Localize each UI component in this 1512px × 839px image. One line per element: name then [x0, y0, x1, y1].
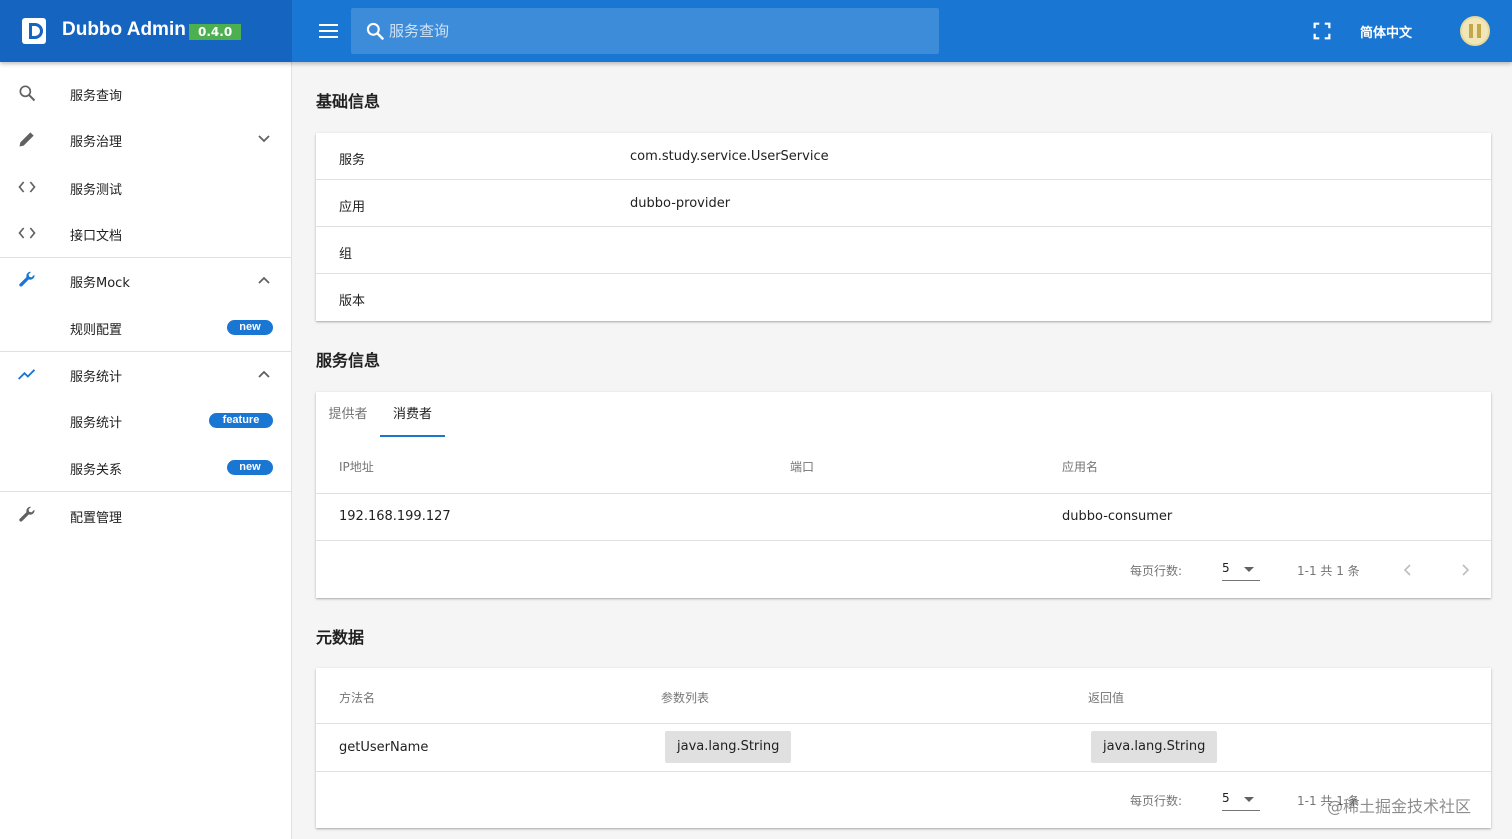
- chevron-right-icon[interactable]: [1457, 562, 1473, 578]
- sidebar-item-label: 服务测试: [70, 183, 123, 198]
- service-info-title: 服务信息: [316, 351, 381, 370]
- sidebar-item-label: 配置管理: [70, 511, 123, 526]
- code-icon: [18, 227, 36, 239]
- sidebar: 服务查询 服务治理 服务测试 接口文档 服务Mock 规则配置 new 服务统计…: [0, 62, 292, 839]
- divider: [316, 540, 1491, 541]
- info-row-application: 应用 dubbo-provider: [316, 180, 1491, 227]
- search-icon: [19, 85, 36, 102]
- info-row-group: 组: [316, 227, 1491, 274]
- info-key: 服务: [339, 153, 366, 168]
- info-row-version: 版本: [316, 274, 1491, 321]
- tab-provider[interactable]: 提供者: [316, 392, 380, 438]
- basic-info-title: 基础信息: [316, 92, 381, 111]
- chevron-left-icon[interactable]: [1400, 562, 1416, 578]
- search-input[interactable]: [389, 8, 929, 54]
- rows-per-page-value: 5: [1222, 561, 1230, 575]
- return-chip: java.lang.String: [1091, 731, 1218, 763]
- avatar[interactable]: [1460, 16, 1490, 46]
- rows-per-page-label: 每页行数:: [1130, 564, 1183, 578]
- language-switch[interactable]: 简体中文: [1360, 22, 1412, 41]
- chevron-up-icon[interactable]: [257, 273, 271, 287]
- sidebar-item-service-test[interactable]: 服务测试: [0, 164, 291, 210]
- dropdown-arrow-icon: [1244, 567, 1254, 572]
- menu-icon: [319, 24, 338, 26]
- info-value: dubbo-provider: [630, 196, 731, 211]
- sidebar-item-service-governance[interactable]: 服务治理: [0, 116, 291, 162]
- sidebar-item-label: 服务治理: [70, 135, 123, 150]
- divider: [316, 493, 1491, 494]
- column-header-app[interactable]: 应用名: [1062, 458, 1098, 475]
- divider: [316, 771, 1491, 772]
- rows-per-page-value: 5: [1222, 791, 1230, 805]
- basic-info-card: 服务 com.study.service.UserService 应用 dubb…: [316, 133, 1491, 321]
- cell-method: getUserName: [339, 740, 429, 755]
- sidebar-item-label: 规则配置: [70, 323, 123, 338]
- dubbo-logo-icon: [22, 18, 46, 44]
- rows-per-page-label: 每页行数:: [1130, 794, 1183, 808]
- metadata-card: 方法名 参数列表 返回值 getUserName java.lang.Strin…: [316, 668, 1491, 828]
- tab-consumer[interactable]: 消费者: [380, 392, 445, 438]
- sidebar-item-service-mock[interactable]: 服务Mock: [0, 257, 291, 303]
- menu-toggle-button[interactable]: [313, 20, 343, 44]
- service-info-card: 提供者 消费者 IP地址 端口 应用名 192.168.199.127 dubb…: [316, 392, 1491, 598]
- sidebar-item-label: 服务Mock: [70, 276, 130, 291]
- sidebar-item-service-statistics[interactable]: 服务统计 feature: [0, 397, 291, 443]
- param-chip: java.lang.String: [665, 731, 792, 763]
- sidebar-item-label: 服务统计: [70, 370, 123, 385]
- cell-ip: 192.168.199.127: [339, 509, 451, 524]
- sidebar-item-service-statistics-group[interactable]: 服务统计: [0, 351, 291, 397]
- sidebar-item-rule-config[interactable]: 规则配置 new: [0, 304, 291, 350]
- main-content: 基础信息 服务 com.study.service.UserService 应用…: [293, 62, 1512, 839]
- info-key: 版本: [339, 294, 366, 309]
- chevron-down-icon[interactable]: [257, 132, 271, 146]
- column-header-ip[interactable]: IP地址: [339, 458, 374, 475]
- column-header-port[interactable]: 端口: [790, 458, 814, 475]
- sidebar-item-label: 服务查询: [70, 89, 123, 104]
- wrench-icon: [19, 506, 35, 522]
- sidebar-item-api-docs[interactable]: 接口文档: [0, 210, 291, 256]
- app-header: Dubbo Admin 0.4.0 简体中文: [0, 0, 1512, 62]
- rows-per-page-select[interactable]: 5: [1222, 559, 1260, 581]
- brand[interactable]: Dubbo Admin 0.4.0: [0, 0, 292, 62]
- code-icon: [18, 181, 36, 193]
- wrench-icon: [19, 271, 35, 287]
- page-range: 1-1 共 1 条: [1297, 564, 1360, 578]
- column-header-params[interactable]: 参数列表: [661, 689, 709, 706]
- sidebar-item-service-relation[interactable]: 服务关系 new: [0, 444, 291, 490]
- column-header-method[interactable]: 方法名: [339, 689, 375, 706]
- sidebar-item-label: 接口文档: [70, 229, 123, 244]
- pencil-icon: [19, 132, 34, 147]
- info-value: com.study.service.UserService: [630, 149, 829, 164]
- cell-app: dubbo-consumer: [1062, 509, 1173, 524]
- search-box[interactable]: [351, 8, 939, 54]
- fullscreen-icon[interactable]: [1311, 20, 1333, 42]
- metadata-title: 元数据: [316, 628, 365, 647]
- info-key: 应用: [339, 200, 366, 215]
- trending-up-icon: [18, 369, 36, 380]
- rows-per-page-select[interactable]: 5: [1222, 789, 1260, 811]
- info-row-service: 服务 com.study.service.UserService: [316, 133, 1491, 180]
- watermark: @稀土掘金技术社区: [1327, 797, 1472, 816]
- column-header-return[interactable]: 返回值: [1088, 689, 1124, 706]
- new-badge: new: [227, 320, 273, 335]
- version-badge: 0.4.0: [189, 24, 242, 40]
- dropdown-arrow-icon: [1244, 797, 1254, 802]
- divider: [316, 723, 1491, 724]
- sidebar-item-config-management[interactable]: 配置管理: [0, 492, 291, 538]
- search-icon: [366, 22, 384, 40]
- app-title: Dubbo Admin: [62, 19, 186, 40]
- feature-badge: feature: [209, 413, 273, 428]
- new-badge: new: [227, 460, 273, 475]
- chevron-up-icon[interactable]: [257, 367, 271, 381]
- active-tab-indicator: [380, 435, 445, 437]
- sidebar-item-label: 服务统计: [70, 416, 123, 431]
- sidebar-item-service-search[interactable]: 服务查询: [0, 70, 291, 116]
- sidebar-item-label: 服务关系: [70, 463, 123, 478]
- info-key: 组: [339, 247, 353, 262]
